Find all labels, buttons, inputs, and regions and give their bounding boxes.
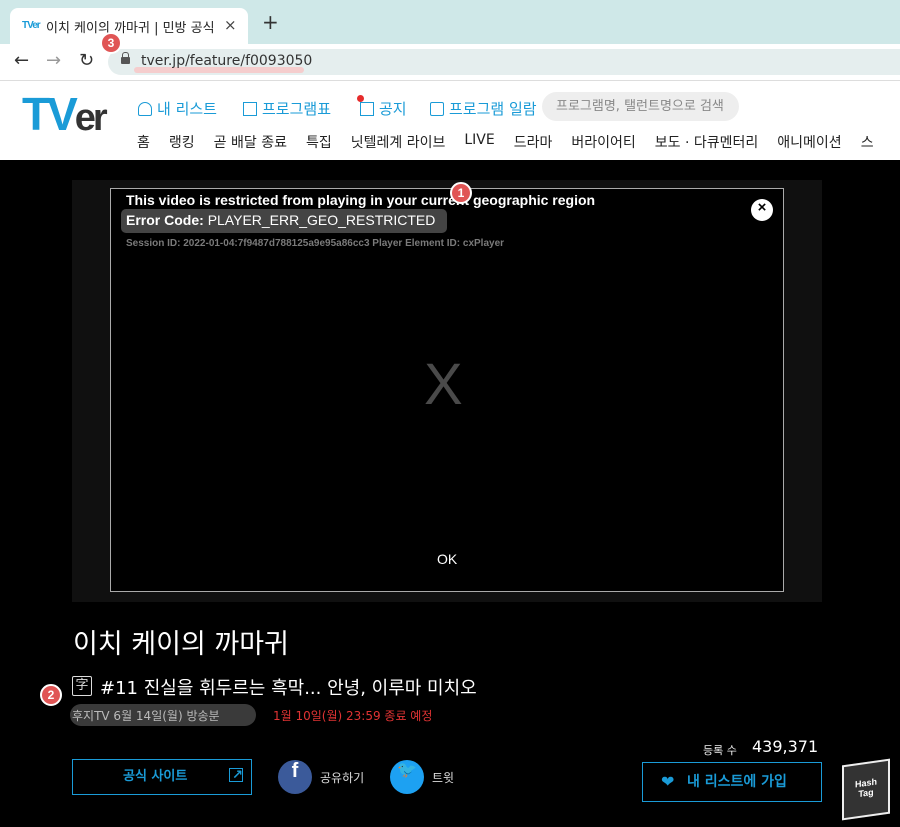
category-variety[interactable]: 버라이어티 — [571, 132, 635, 152]
add-to-mylist-label: 내 리스트에 가입 — [687, 774, 787, 790]
heart-icon: ❤ — [661, 772, 675, 791]
show-title: 이치 케이의 까마귀 — [73, 629, 289, 660]
tver-favicon-icon: TVer — [22, 20, 41, 31]
nav-program-list[interactable]: 프로그램 일람 — [430, 98, 537, 119]
grid-icon — [243, 101, 257, 116]
tab-title: 이치 케이의 까마귀 | 민방 공식 T — [46, 21, 214, 36]
share-label[interactable]: 공유하기 — [320, 769, 364, 786]
error-code-value: PLAYER_ERR_GEO_RESTRICTED — [207, 212, 436, 228]
list-icon — [360, 101, 374, 116]
user-icon — [138, 101, 152, 116]
category-nav: 홈 랭킹 곧 배달 종료 특집 닛텔레계 라이브 LIVE 드라마 버라이어티 … — [137, 132, 874, 152]
new-tab-button[interactable]: + — [262, 12, 279, 32]
close-tab-icon[interactable]: × — [224, 16, 237, 34]
logo-tv: TV — [22, 88, 78, 140]
error-code-label: Error Code: — [126, 212, 204, 228]
broadcast-info: 후지TV 6월 14일(월) 방송분 — [72, 709, 220, 723]
browser-tab[interactable]: TVer 이치 케이의 까마귀 | 민방 공식 T × — [10, 8, 248, 44]
category-ending-soon[interactable]: 곧 배달 종료 — [214, 132, 287, 152]
error-dialog: This video is restricted from playing in… — [110, 188, 784, 592]
facebook-icon[interactable]: f — [278, 760, 312, 794]
nav-notice[interactable]: 공지 — [360, 98, 407, 119]
add-to-mylist-button[interactable]: ❤ 내 리스트에 가입 — [642, 762, 822, 802]
annotation-marker-1: 1 — [450, 182, 472, 204]
nav-notice-label: 공지 — [379, 100, 407, 118]
session-id: Session ID: 2022-01-04:7f9487d788125a9e9… — [126, 238, 505, 249]
external-link-icon — [229, 759, 243, 793]
logo-er: er — [74, 97, 108, 139]
watermark-line2: Tag — [858, 786, 874, 800]
close-dialog-button[interactable]: × — [751, 199, 773, 221]
ok-button[interactable]: OK — [437, 551, 457, 567]
browser-tab-bar: TVer 이치 케이의 까마귀 | 민방 공식 T × + — [0, 0, 900, 44]
nav-mylist[interactable]: 내 리스트 — [138, 98, 217, 119]
error-code: Error Code: PLAYER_ERR_GEO_RESTRICTED — [126, 212, 435, 228]
annotation-marker-3: 3 — [100, 32, 122, 54]
nav-schedule-label: 프로그램표 — [262, 100, 332, 118]
registrations-count: 439,371 — [752, 737, 819, 756]
category-live[interactable]: LIVE — [464, 132, 494, 152]
category-home[interactable]: 홈 — [137, 132, 150, 152]
tv-icon — [430, 101, 444, 116]
site-header: TVer 내 리스트 프로그램표 공지 프로그램 일람 프로그램명, 탤런트명으… — [0, 81, 900, 160]
official-site-button[interactable]: 공식 사이트 — [72, 759, 252, 795]
official-site-label: 공식 사이트 — [123, 769, 188, 784]
error-x-icon: X — [424, 352, 463, 417]
category-sports[interactable]: 스 — [861, 132, 874, 152]
tweet-label[interactable]: 트윗 — [432, 769, 454, 786]
lock-icon[interactable] — [121, 52, 130, 64]
error-title: This video is restricted from playing in… — [126, 192, 596, 208]
search-input[interactable]: 프로그램명, 탤런트명으로 검색 — [542, 92, 739, 121]
back-arrow-icon[interactable]: ← — [14, 50, 29, 71]
nav-schedule[interactable]: 프로그램표 — [243, 98, 331, 119]
registrations-label: 등록 수 — [703, 744, 737, 757]
nav-mylist-label: 내 리스트 — [157, 100, 217, 118]
category-special[interactable]: 특집 — [306, 132, 332, 152]
category-drama[interactable]: 드라마 — [514, 132, 553, 152]
browser-toolbar: ← → ↻ tver.jp/feature/f0093050 — [0, 44, 900, 81]
annotation-marker-2: 2 — [40, 684, 62, 706]
hashtag-watermark: Hash Tag — [842, 758, 890, 821]
category-ntv-live[interactable]: 닛텔레계 라이브 — [351, 132, 446, 152]
forward-arrow-icon[interactable]: → — [46, 50, 61, 71]
episode-title: #11 진실을 휘두르는 흑막... 안녕, 이루마 미치오 — [100, 678, 477, 699]
category-documentary[interactable]: 보도 · 다큐멘터리 — [655, 132, 759, 152]
subtitle-icon: 字 — [72, 676, 92, 696]
category-animation[interactable]: 애니메이션 — [777, 132, 841, 152]
reload-icon[interactable]: ↻ — [79, 50, 94, 71]
twitter-icon[interactable]: 🐦 — [390, 760, 424, 794]
address-bar[interactable]: tver.jp/feature/f0093050 — [108, 49, 900, 75]
tver-logo[interactable]: TVer — [22, 88, 108, 143]
deadline-info: 1월 10일(월) 23:59 종료 예정 — [273, 709, 433, 723]
url-text[interactable]: tver.jp/feature/f0093050 — [141, 53, 312, 69]
category-ranking[interactable]: 랭킹 — [169, 132, 195, 152]
nav-program-list-label: 프로그램 일람 — [449, 100, 537, 118]
